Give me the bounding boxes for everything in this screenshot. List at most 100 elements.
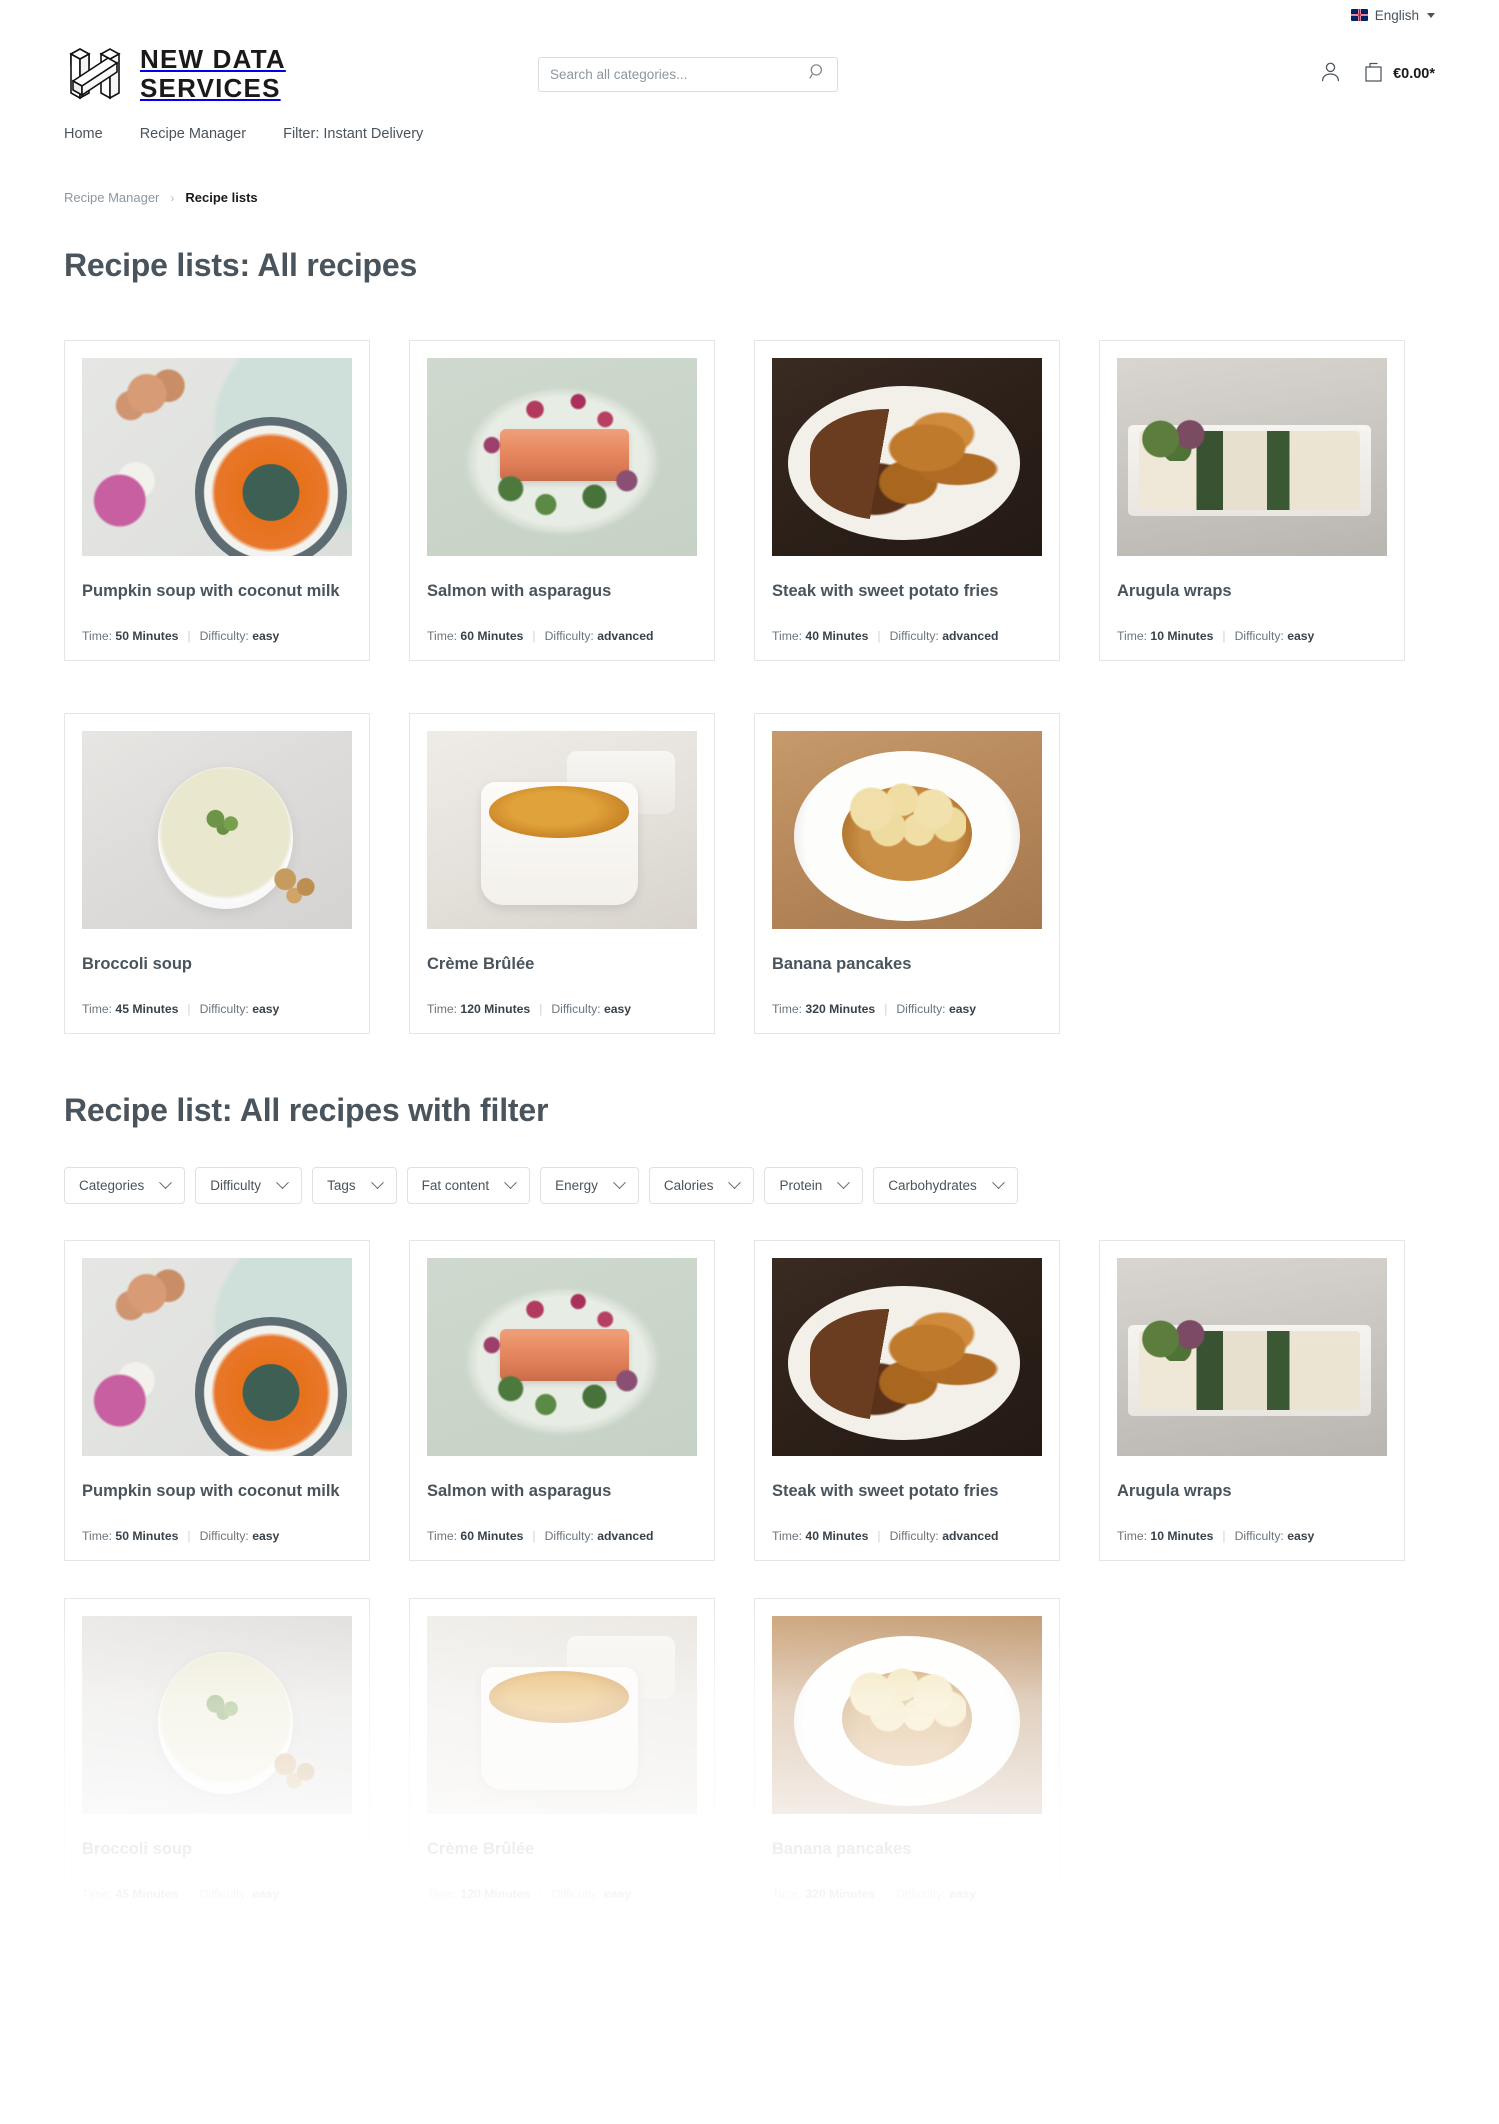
filter-difficulty[interactable]: Difficulty	[195, 1167, 303, 1204]
recipe-card[interactable]: Banana pancakes Time: 320 Minutes | Diff…	[754, 713, 1060, 1034]
meta-divider: |	[884, 1002, 888, 1016]
time-label: Time: 320 Minutes	[772, 1887, 876, 1901]
language-selector[interactable]: English	[1350, 7, 1435, 23]
difficulty-label: Difficulty: easy	[1234, 629, 1315, 643]
search-icon[interactable]	[809, 63, 826, 85]
breadcrumb: Recipe Manager › Recipe lists	[0, 142, 1499, 205]
recipe-card[interactable]: Crème Brûlée Time: 120 Minutes | Difficu…	[409, 713, 715, 1034]
time-label: Time: 45 Minutes	[82, 1887, 179, 1901]
filter-label: Fat content	[421, 1178, 490, 1193]
chevron-down-icon	[837, 1176, 851, 1190]
recipe-title: Pumpkin soup with coconut milk	[82, 1482, 340, 1500]
recipe-card-body: Salmon with asparagus Time: 60 Minutes |…	[427, 1456, 697, 1543]
recipe-card[interactable]: Pumpkin soup with coconut milk Time: 50 …	[64, 340, 370, 661]
user-icon[interactable]	[1320, 61, 1341, 88]
language-label: English	[1374, 7, 1419, 23]
recipe-meta: Time: 320 Minutes | Difficulty: easy	[772, 976, 1042, 1016]
filter-label: Categories	[79, 1178, 145, 1193]
header-actions: €0.00*	[1195, 60, 1435, 88]
meta-divider: |	[187, 1529, 191, 1543]
difficulty-label: Difficulty: advanced	[544, 1529, 654, 1543]
recipe-title: Broccoli soup	[82, 955, 193, 973]
filtered-recipe-grid-row2: Broccoli soup Time: 45 Minutes | Difficu…	[0, 1598, 1499, 1919]
search-box[interactable]	[538, 56, 838, 92]
difficulty-label: Difficulty: easy	[896, 1887, 977, 1901]
recipe-card[interactable]: Banana pancakes Time: 320 Minutes | Diff…	[754, 1598, 1060, 1919]
recipe-meta: Time: 60 Minutes | Difficulty: advanced	[427, 1503, 697, 1543]
time-label: Time: 50 Minutes	[82, 629, 179, 643]
difficulty-label: Difficulty: easy	[199, 629, 280, 643]
recipe-card[interactable]: Salmon with asparagus Time: 60 Minutes |…	[409, 340, 715, 661]
recipe-card-body: Broccoli soup Time: 45 Minutes | Difficu…	[82, 929, 352, 1016]
page-root: English NEW DATA SERVICES Search all cat…	[0, 0, 1499, 1919]
meta-divider: |	[539, 1887, 543, 1901]
uk-flag-icon	[1350, 9, 1368, 21]
logo-line-2: SERVICES	[140, 73, 281, 103]
recipe-image	[772, 1616, 1042, 1814]
recipe-title: Crème Brûlée	[427, 1840, 535, 1858]
recipe-image	[772, 358, 1042, 556]
nav-item-recipe-manager[interactable]: Recipe Manager	[140, 126, 246, 142]
filter-label: Energy	[555, 1178, 598, 1193]
time-label: Time: 50 Minutes	[82, 1529, 179, 1543]
recipe-card[interactable]: Steak with sweet potato fries Time: 40 M…	[754, 340, 1060, 661]
recipe-card[interactable]: Crème Brûlée Time: 120 Minutes | Difficu…	[409, 1598, 715, 1919]
recipe-title: Salmon with asparagus	[427, 1482, 612, 1500]
recipe-title: Arugula wraps	[1117, 582, 1232, 600]
difficulty-label: Difficulty: advanced	[889, 1529, 999, 1543]
time-label: Time: 40 Minutes	[772, 629, 869, 643]
difficulty-label: Difficulty: easy	[199, 1002, 280, 1016]
recipe-card-body: Steak with sweet potato fries Time: 40 M…	[772, 1456, 1042, 1543]
shopping-bag-icon	[1363, 60, 1384, 88]
filter-carbohydrates[interactable]: Carbohydrates	[873, 1167, 1018, 1204]
cart-total: €0.00*	[1393, 66, 1435, 82]
recipe-card[interactable]: Salmon with asparagus Time: 60 Minutes |…	[409, 1240, 715, 1561]
recipe-image	[427, 1258, 697, 1456]
recipe-image	[82, 358, 352, 556]
cart-button[interactable]: €0.00*	[1363, 60, 1435, 88]
breadcrumb-parent[interactable]: Recipe Manager	[64, 190, 159, 205]
recipe-card[interactable]: Pumpkin soup with coconut milk Time: 50 …	[64, 1240, 370, 1561]
logo-line-1: NEW DATA	[140, 44, 286, 74]
recipe-card-body: Crème Brûlée Time: 120 Minutes | Difficu…	[427, 929, 697, 1016]
meta-divider: |	[187, 1002, 191, 1016]
recipe-title: Banana pancakes	[772, 955, 912, 973]
filter-calories[interactable]: Calories	[648, 1167, 755, 1204]
logo-wordmark: NEW DATA SERVICES	[140, 45, 286, 103]
recipe-image	[82, 1258, 352, 1456]
recipe-card[interactable]: Steak with sweet potato fries Time: 40 M…	[754, 1240, 1060, 1561]
time-label: Time: 60 Minutes	[427, 1529, 524, 1543]
recipe-meta: Time: 10 Minutes | Difficulty: easy	[1117, 1503, 1387, 1543]
recipe-meta: Time: 320 Minutes | Difficulty: easy	[772, 1861, 1042, 1901]
difficulty-label: Difficulty: advanced	[889, 629, 999, 643]
caret-down-icon	[1427, 12, 1435, 18]
recipe-meta: Time: 40 Minutes | Difficulty: advanced	[772, 1503, 1042, 1543]
main-navigation: Home Recipe Manager Filter: Instant Deli…	[0, 112, 1499, 142]
site-logo[interactable]: NEW DATA SERVICES	[64, 43, 484, 105]
filter-categories[interactable]: Categories	[64, 1167, 186, 1204]
nav-item-filter-instant-delivery[interactable]: Filter: Instant Delivery	[283, 126, 423, 142]
section-title-all-recipes: Recipe lists: All recipes	[64, 247, 418, 283]
recipe-image	[1117, 358, 1387, 556]
filter-label: Difficulty	[210, 1178, 262, 1193]
recipe-card[interactable]: Broccoli soup Time: 45 Minutes | Difficu…	[64, 1598, 370, 1919]
isometric-h-logo-icon	[64, 43, 126, 105]
time-label: Time: 10 Minutes	[1117, 629, 1214, 643]
filter-energy[interactable]: Energy	[540, 1167, 639, 1204]
filter-tags[interactable]: Tags	[312, 1167, 397, 1204]
search-input[interactable]	[550, 66, 809, 82]
recipe-card[interactable]: Broccoli soup Time: 45 Minutes | Difficu…	[64, 713, 370, 1034]
meta-divider: |	[877, 629, 881, 643]
filter-label: Protein	[779, 1178, 823, 1193]
recipe-image	[82, 731, 352, 929]
chevron-down-icon	[613, 1176, 626, 1190]
recipe-title: Steak with sweet potato fries	[772, 582, 999, 600]
nav-item-home[interactable]: Home	[64, 126, 103, 142]
recipe-meta: Time: 50 Minutes | Difficulty: easy	[82, 603, 352, 643]
filter-fat-content[interactable]: Fat content	[406, 1167, 531, 1204]
filter-protein[interactable]: Protein	[764, 1167, 864, 1204]
recipe-card[interactable]: Arugula wraps Time: 10 Minutes | Difficu…	[1099, 1240, 1405, 1561]
recipe-card[interactable]: Arugula wraps Time: 10 Minutes | Difficu…	[1099, 340, 1405, 661]
meta-divider: |	[532, 629, 536, 643]
difficulty-label: Difficulty: easy	[896, 1002, 977, 1016]
